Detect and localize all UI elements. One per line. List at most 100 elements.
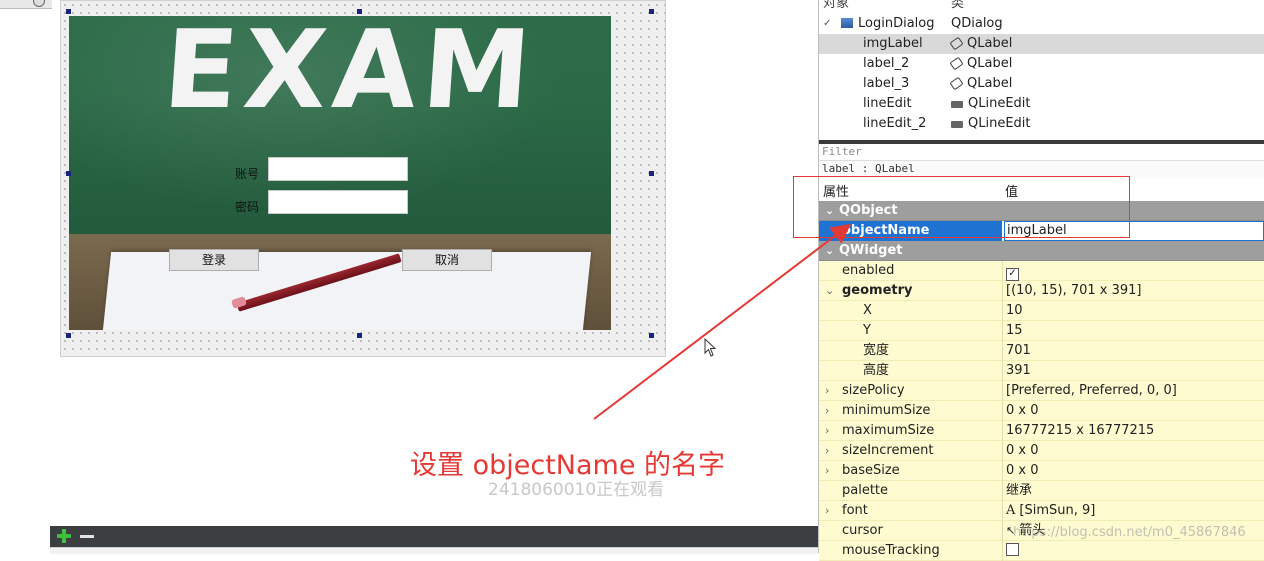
- tree-item-class-wrap: QLabel: [949, 54, 1013, 74]
- prop-sizeincrement[interactable]: › sizeIncrement 0 x 0: [819, 441, 1264, 461]
- tree-item-class-wrap: QLineEdit: [951, 114, 1031, 134]
- object-inspector-header: 对象 类: [819, 0, 1264, 14]
- prop-mousetracking[interactable]: mouseTracking: [819, 541, 1264, 561]
- csdn-watermark: https://blog.csdn.net/m0_45867846: [1013, 525, 1246, 540]
- tree-item-class: QLabel: [967, 36, 1013, 51]
- tree-item-class-wrap: QLabel: [949, 34, 1013, 54]
- prop-value[interactable]: 391: [1004, 361, 1264, 381]
- property-filter-input[interactable]: Filter: [819, 144, 1264, 161]
- chevron-right-icon[interactable]: ›: [825, 441, 829, 461]
- chevron-right-icon[interactable]: ›: [825, 401, 829, 421]
- password-label: 密码: [235, 200, 260, 214]
- prop-name: 高度: [863, 363, 890, 378]
- prop-sizepolicy[interactable]: › sizePolicy [Preferred, Preferred, 0, 0…: [819, 381, 1264, 401]
- prop-value[interactable]: [(10, 15), 701 x 391]: [1004, 281, 1264, 301]
- tree-item-class: QDialog: [951, 16, 1003, 31]
- mouse-pointer-icon: [704, 338, 717, 357]
- col-class-header: 类: [951, 0, 965, 11]
- tree-item-name: imgLabel: [863, 36, 923, 51]
- prop-maximumsize[interactable]: › maximumSize 16777215 x 16777215: [819, 421, 1264, 441]
- password-line-edit[interactable]: [268, 190, 408, 214]
- prop-palette[interactable]: palette 继承: [819, 481, 1264, 501]
- mousetracking-checkbox-wrap: [1004, 541, 1264, 561]
- selection-handle[interactable]: [66, 9, 71, 14]
- selection-handle[interactable]: [66, 333, 71, 338]
- prop-width[interactable]: 宽度 701: [819, 341, 1264, 361]
- prop-name: enabled: [842, 263, 895, 278]
- object-inspector: 对象 类 ✓ LoginDialog QDialog imgLabel QLab…: [819, 0, 1264, 140]
- column-separator: [1002, 281, 1003, 301]
- tree-row[interactable]: lineEdit_2 QLineEdit: [819, 114, 1264, 134]
- selection-handle[interactable]: [357, 9, 362, 14]
- tree-item-label: LoginDialog: [841, 14, 934, 34]
- prop-value[interactable]: [Preferred, Preferred, 0, 0]: [1004, 381, 1264, 401]
- column-separator: [1002, 521, 1003, 541]
- tree-row[interactable]: lineEdit QLineEdit: [819, 94, 1264, 114]
- prop-geometry[interactable]: ⌄ geometry [(10, 15), 701 x 391]: [819, 281, 1264, 301]
- chevron-down-icon[interactable]: ⌄: [825, 281, 834, 301]
- prop-x[interactable]: X 10: [819, 301, 1264, 321]
- chevron-right-icon[interactable]: ›: [825, 501, 829, 521]
- chevron-down-icon[interactable]: ✓: [823, 14, 831, 34]
- img-label-widget[interactable]: EXAM 账号 密码 登录 取消: [69, 16, 611, 330]
- group-qwidget[interactable]: ⌄ QWidget: [819, 241, 1264, 261]
- selection-handle[interactable]: [649, 171, 654, 176]
- selection-handle[interactable]: [357, 333, 362, 338]
- column-separator: [1002, 461, 1003, 481]
- account-line-edit[interactable]: [268, 157, 408, 181]
- chevron-down-icon[interactable]: ⌄: [825, 241, 834, 261]
- dialog-icon: [841, 18, 853, 28]
- column-separator: [1002, 481, 1003, 501]
- login-button[interactable]: 登录: [169, 249, 259, 271]
- font-value-wrap[interactable]: A [SimSun, 9]: [1004, 501, 1264, 521]
- prop-enabled[interactable]: enabled ✓: [819, 261, 1264, 281]
- annotation-highlight-box: [793, 176, 1130, 238]
- chevron-right-icon[interactable]: ›: [825, 381, 829, 401]
- prop-value[interactable]: 10: [1004, 301, 1264, 321]
- prop-value[interactable]: 0 x 0: [1004, 441, 1264, 461]
- tree-row-selected[interactable]: imgLabel QLabel: [819, 34, 1264, 54]
- tree-item-class: QLabel: [967, 56, 1013, 71]
- tree-item-name: lineEdit: [863, 96, 912, 111]
- tree-row[interactable]: ✓ LoginDialog QDialog: [819, 14, 1264, 34]
- mousetracking-checkbox[interactable]: [1006, 543, 1019, 556]
- tree-row[interactable]: label_2 QLabel: [819, 54, 1264, 74]
- cancel-button[interactable]: 取消: [402, 249, 492, 271]
- selection-handle[interactable]: [649, 333, 654, 338]
- property-class-line: label : QLabel: [822, 162, 915, 175]
- prop-name: minimumSize: [842, 403, 931, 418]
- chevron-right-icon[interactable]: ›: [825, 461, 829, 481]
- prop-font[interactable]: › font A [SimSun, 9]: [819, 501, 1264, 521]
- column-separator: [1002, 501, 1003, 521]
- selection-handle[interactable]: [649, 9, 654, 14]
- column-separator: [1002, 541, 1003, 561]
- selection-handle[interactable]: [66, 171, 71, 176]
- account-label: 账号: [235, 167, 260, 181]
- prop-value[interactable]: 继承: [1004, 481, 1264, 501]
- tree-item-name: label_3: [863, 76, 910, 91]
- prop-value: [SimSun, 9]: [1019, 503, 1096, 518]
- column-separator: [1002, 441, 1003, 461]
- prop-value[interactable]: 0 x 0: [1004, 401, 1264, 421]
- remove-icon[interactable]: [80, 535, 94, 538]
- column-separator: [1002, 381, 1003, 401]
- lineedit-icon: [951, 121, 963, 128]
- chevron-right-icon[interactable]: ›: [825, 421, 829, 441]
- tree-row[interactable]: label_3 QLabel: [819, 74, 1264, 94]
- prop-minimumsize[interactable]: › minimumSize 0 x 0: [819, 401, 1264, 421]
- prop-height[interactable]: 高度 391: [819, 361, 1264, 381]
- add-icon[interactable]: [56, 528, 72, 544]
- label-icon: [949, 76, 964, 91]
- prop-name: mouseTracking: [842, 543, 940, 558]
- column-separator: [1002, 301, 1003, 321]
- enabled-checkbox-wrap: ✓: [1004, 261, 1264, 281]
- tree-item-class: QLineEdit: [968, 116, 1031, 131]
- prop-value[interactable]: 701: [1004, 341, 1264, 361]
- prop-value[interactable]: 15: [1004, 321, 1264, 341]
- enabled-checkbox[interactable]: ✓: [1006, 268, 1019, 281]
- prop-value[interactable]: 16777215 x 16777215: [1004, 421, 1264, 441]
- prop-y[interactable]: Y 15: [819, 321, 1264, 341]
- prop-value[interactable]: 0 x 0: [1004, 461, 1264, 481]
- prop-basesize[interactable]: › baseSize 0 x 0: [819, 461, 1264, 481]
- lineedit-icon: [951, 101, 963, 108]
